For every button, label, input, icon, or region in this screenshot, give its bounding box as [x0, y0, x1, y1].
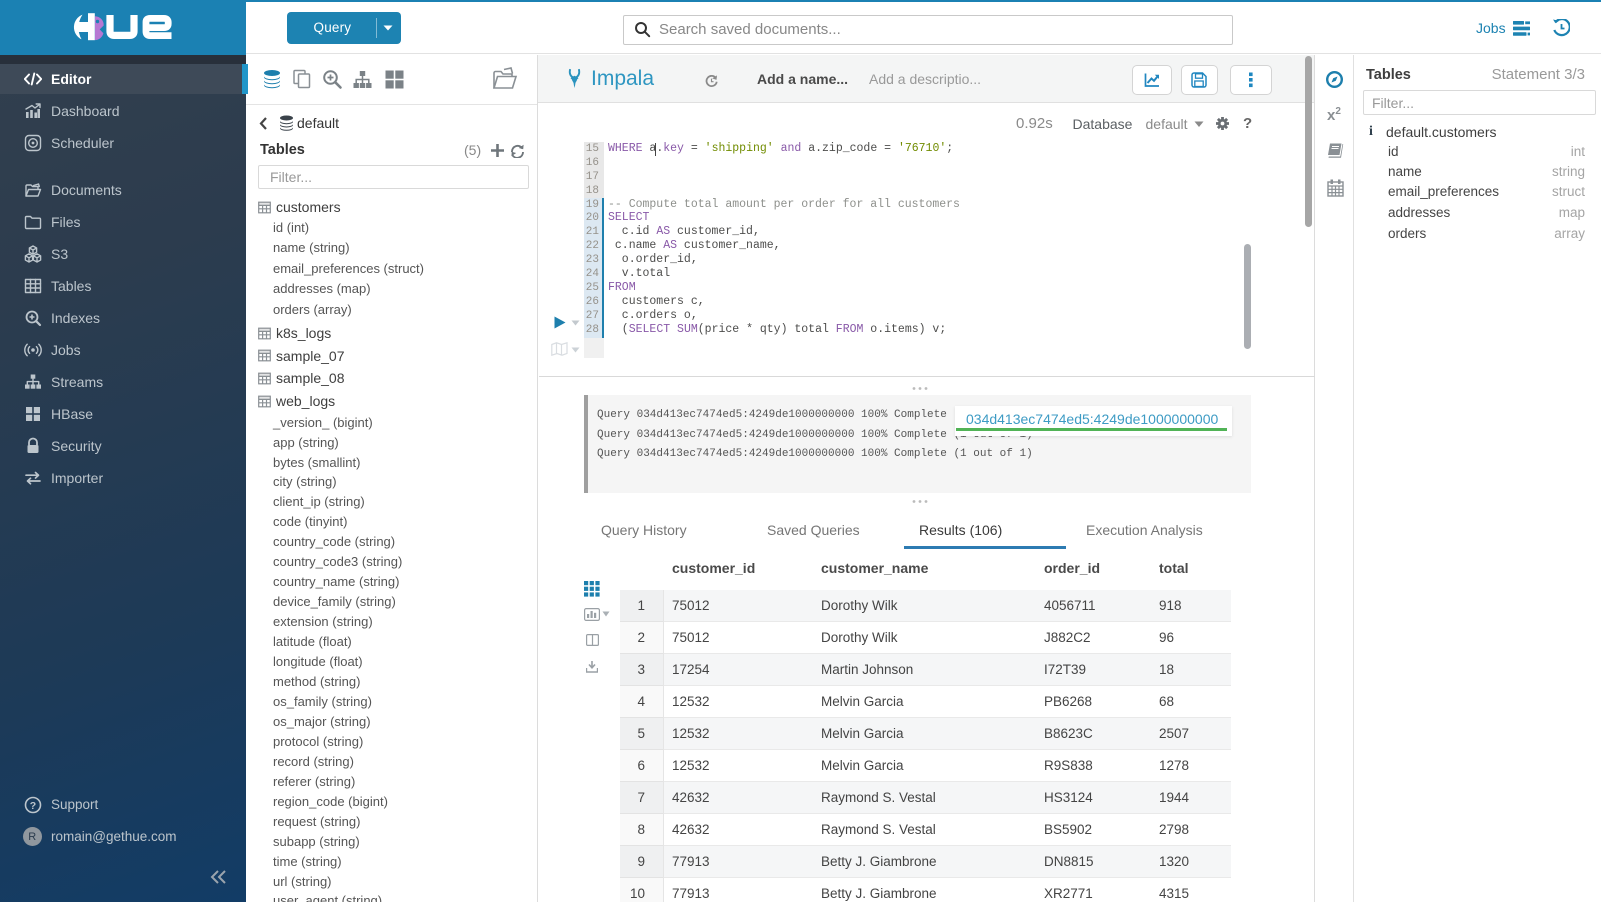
svg-text:?: ?: [30, 800, 36, 812]
